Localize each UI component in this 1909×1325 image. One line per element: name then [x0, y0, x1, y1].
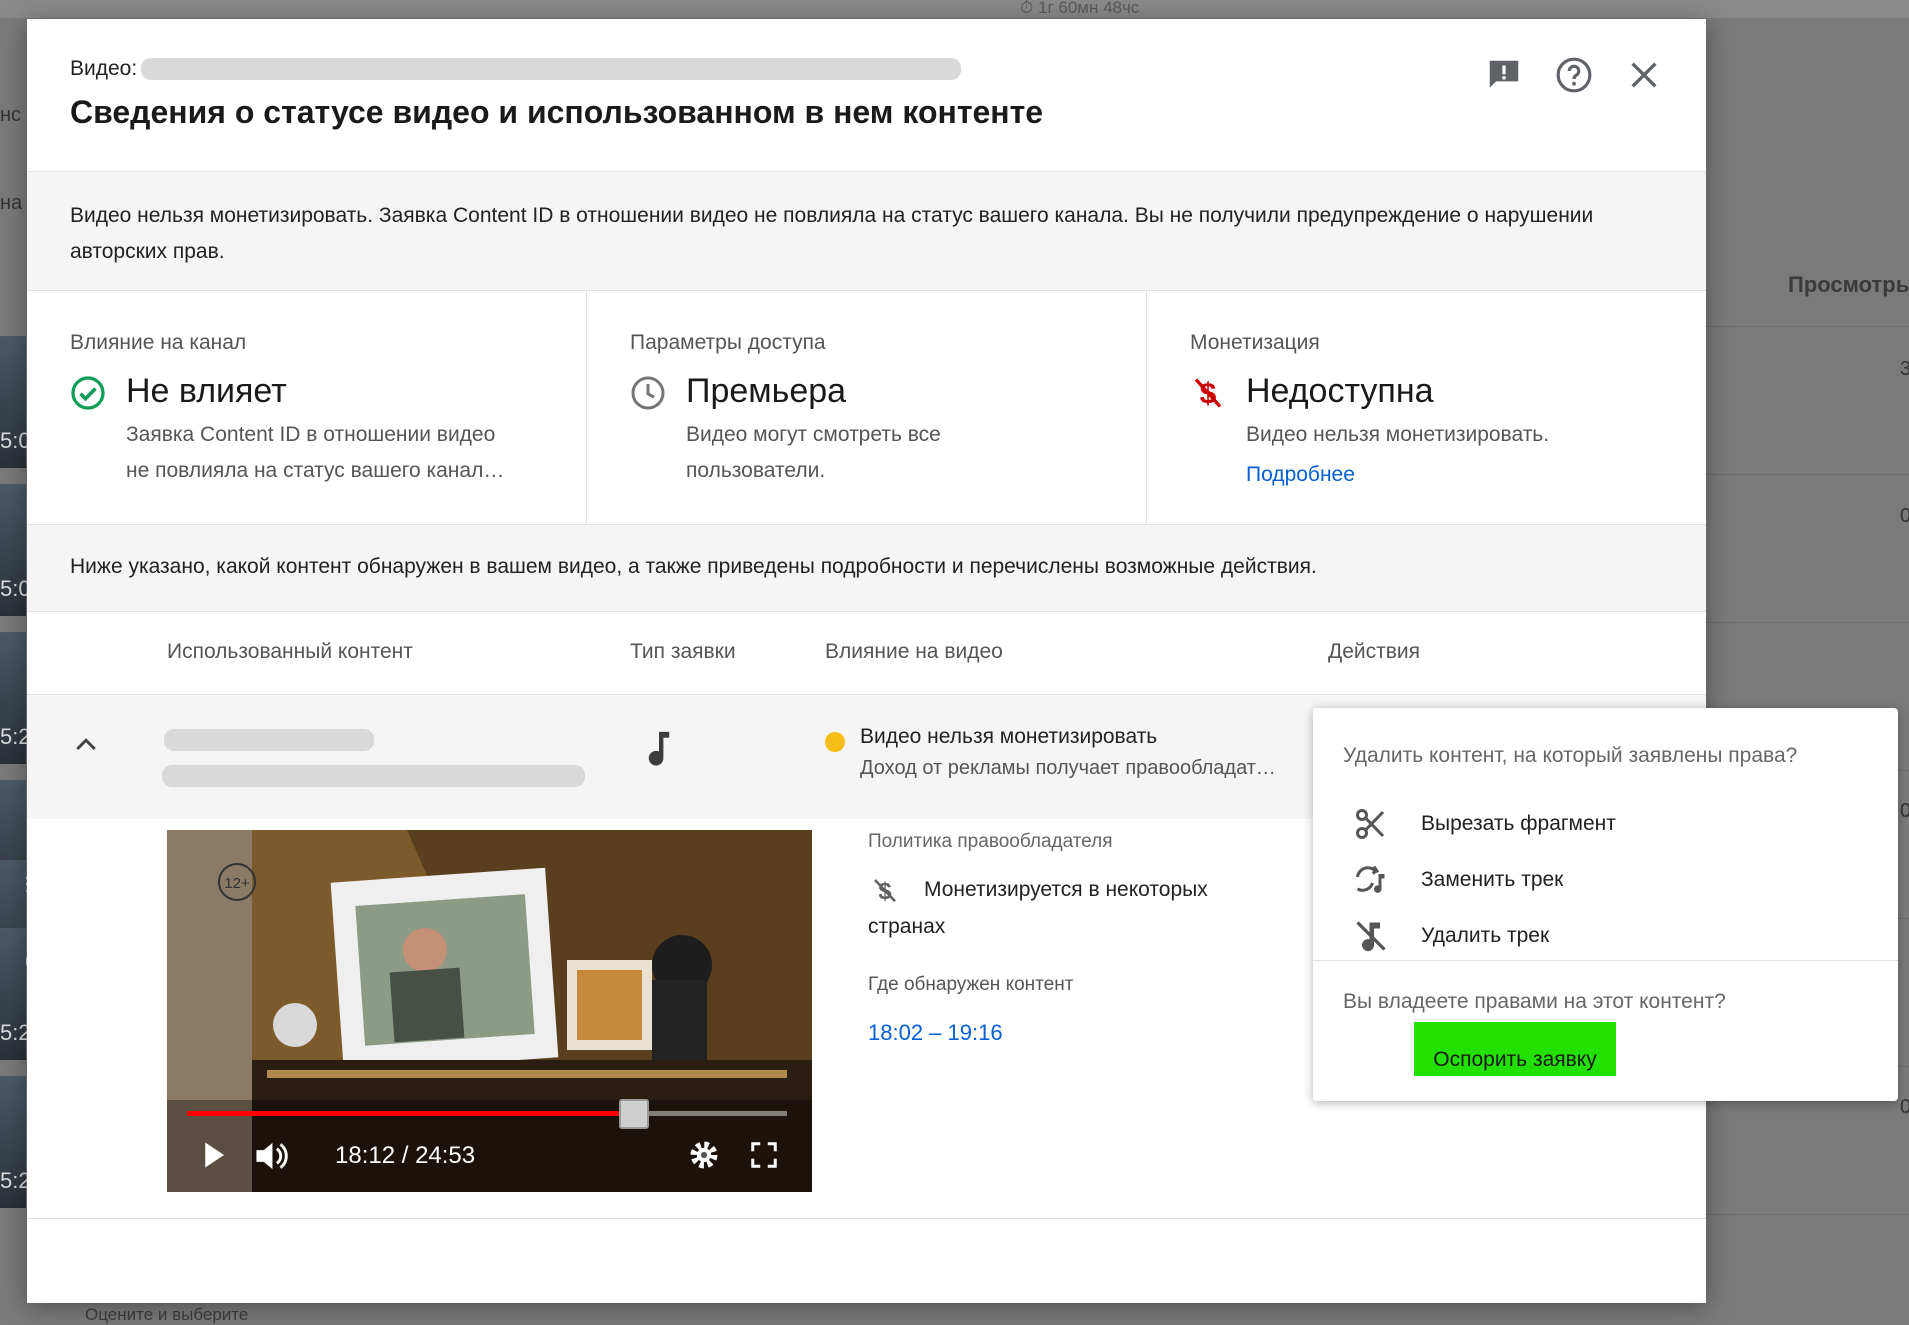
- background-thumbnail: 5:2: [0, 1076, 31, 1208]
- cut-segment-item[interactable]: Вырезать фрагмент: [1353, 802, 1616, 846]
- card-description: Заявка Content ID в отношении видео не п…: [126, 423, 505, 482]
- background-value: 3: [1900, 358, 1909, 380]
- header-actions: [1484, 55, 1664, 95]
- dialog-title: Сведения о статусе видео и использованно…: [70, 94, 1044, 130]
- status-summary: Видео нельзя монетизировать. Заявка Cont…: [27, 172, 1706, 291]
- video-player[interactable]: 12+ 18:12 / 24:53: [167, 830, 812, 1192]
- menu-item-label: Вырезать фрагмент: [1421, 812, 1616, 835]
- card-label: Влияние на канал: [70, 331, 247, 354]
- card-description: Видео нельзя монетизировать.: [1246, 423, 1550, 446]
- content-intro: Ниже указано, какой контент обнаружен в …: [27, 525, 1706, 612]
- progress-bar[interactable]: [187, 1099, 787, 1129]
- check-circle-icon: [70, 375, 106, 411]
- card-description: Видео могут смотреть все пользователи.: [686, 423, 941, 482]
- status-dot: [825, 732, 845, 752]
- background-row-divider: [1700, 1214, 1909, 1215]
- music-note-icon: [644, 729, 674, 772]
- where-detected-label: Где обнаружен контент: [868, 974, 1074, 995]
- no-money-icon: $: [1190, 375, 1226, 411]
- play-icon[interactable]: [201, 1140, 227, 1175]
- menu-item-label: Удалить трек: [1421, 924, 1550, 947]
- redacted-content-title: [164, 729, 374, 751]
- feedback-icon[interactable]: [1484, 55, 1524, 95]
- background-fragment: на: [0, 192, 23, 214]
- background-row-divider: [1700, 326, 1909, 327]
- status-summary-text: Видео нельзя монетизировать. Заявка Cont…: [70, 204, 1594, 263]
- background-thumbnail: 5:0: [0, 336, 31, 468]
- dialog-header: Видео: Сведения о статусе видео и исполь…: [27, 19, 1706, 172]
- table-bottom-divider: [27, 1218, 1706, 1219]
- detected-range-link[interactable]: 18:02 – 19:16: [868, 1020, 1003, 1046]
- impact-subtitle: Доход от рекламы получает правообладател…: [860, 757, 1280, 779]
- card-channel-impact: Влияние на канал Не влияет Заявка Conten…: [27, 291, 587, 524]
- card-access: Параметры доступа Премьера Видео могут с…: [587, 291, 1147, 524]
- chevron-up-icon[interactable]: [71, 729, 101, 759]
- settings-gear-icon[interactable]: [687, 1138, 721, 1177]
- column-header-impact: Влияние на видео: [825, 640, 1003, 663]
- policy-label: Политика правообладателя: [868, 831, 1113, 852]
- replace-track-item[interactable]: Заменить трек: [1353, 858, 1563, 902]
- video-time: 18:12 / 24:53: [335, 1142, 476, 1169]
- background-views-header: Просмотры: [1788, 272, 1909, 297]
- ownership-question: Вы владеете правами на этот контент?: [1343, 990, 1726, 1013]
- card-value: Недоступна: [1246, 372, 1434, 410]
- background-thumbnail: 5:2: [0, 928, 31, 1060]
- menu-item-label: Заменить трек: [1421, 868, 1564, 891]
- content-intro-text: Ниже указано, какой контент обнаружен в …: [70, 555, 1317, 578]
- menu-divider: [1313, 960, 1898, 961]
- column-header-actions: Действия: [1328, 640, 1421, 663]
- dispute-claim-button[interactable]: Оспорить заявку: [1414, 1022, 1616, 1076]
- card-value: Премьера: [686, 372, 847, 410]
- background-bottom-text: Оцените и выберите: [85, 1305, 249, 1324]
- content-table-header: Использованный контент Тип заявки Влияни…: [27, 612, 1706, 695]
- card-label: Монетизация: [1190, 331, 1320, 354]
- help-icon[interactable]: [1554, 55, 1594, 95]
- video-label: Видео:: [70, 57, 138, 80]
- scissors-icon: [1353, 806, 1389, 842]
- column-header-claim-type: Тип заявки: [630, 640, 736, 663]
- music-off-icon: [1353, 918, 1389, 954]
- card-monetization: Монетизация $ Недоступна Видео нельзя мо…: [1147, 291, 1706, 524]
- background-stats: ⏱ 1г 60мн 48чс: [1020, 0, 1140, 17]
- background-thumbnail: 5:2: [0, 632, 31, 764]
- volume-icon[interactable]: [253, 1140, 289, 1177]
- fullscreen-icon[interactable]: [749, 1140, 779, 1175]
- actions-menu: Удалить контент, на который заявлены пра…: [1313, 708, 1898, 1101]
- clock-icon: [630, 375, 666, 411]
- video-name-line: Видео:: [70, 57, 962, 81]
- remove-content-question: Удалить контент, на который заявлены пра…: [1343, 744, 1798, 767]
- progress-played: [187, 1111, 634, 1116]
- swap-music-icon: [1353, 862, 1389, 898]
- learn-more-link[interactable]: Подробнее: [1246, 463, 1355, 487]
- progress-handle[interactable]: [619, 1099, 649, 1129]
- age-rating-badge: 12+: [224, 875, 250, 892]
- background-row-divider: [1700, 474, 1909, 475]
- card-label: Параметры доступа: [630, 331, 826, 354]
- close-icon[interactable]: [1624, 55, 1664, 95]
- background-row-divider: [1700, 622, 1909, 623]
- card-value: Не влияет: [126, 372, 287, 410]
- redacted-content-owner: [162, 765, 585, 787]
- policy-text: Монетизируется в некоторых странах: [868, 878, 1208, 938]
- background-thumbnail: 5:0: [0, 484, 31, 616]
- background-value: 0: [1900, 505, 1909, 527]
- background-value: 0: [1900, 800, 1909, 822]
- remove-track-item[interactable]: Удалить трек: [1353, 914, 1549, 958]
- background-value: 0: [1900, 1096, 1909, 1118]
- status-cards: Влияние на канал Не влияет Заявка Conten…: [27, 291, 1706, 525]
- background-top-bar: [0, 0, 1909, 18]
- impact-title: Видео нельзя монетизировать: [860, 725, 1158, 748]
- column-header-content: Использованный контент: [167, 640, 413, 663]
- background-fragment: нс: [0, 104, 22, 126]
- video-status-dialog: Видео: Сведения о статусе видео и исполь…: [27, 19, 1706, 1303]
- redacted-video-title: [141, 58, 962, 80]
